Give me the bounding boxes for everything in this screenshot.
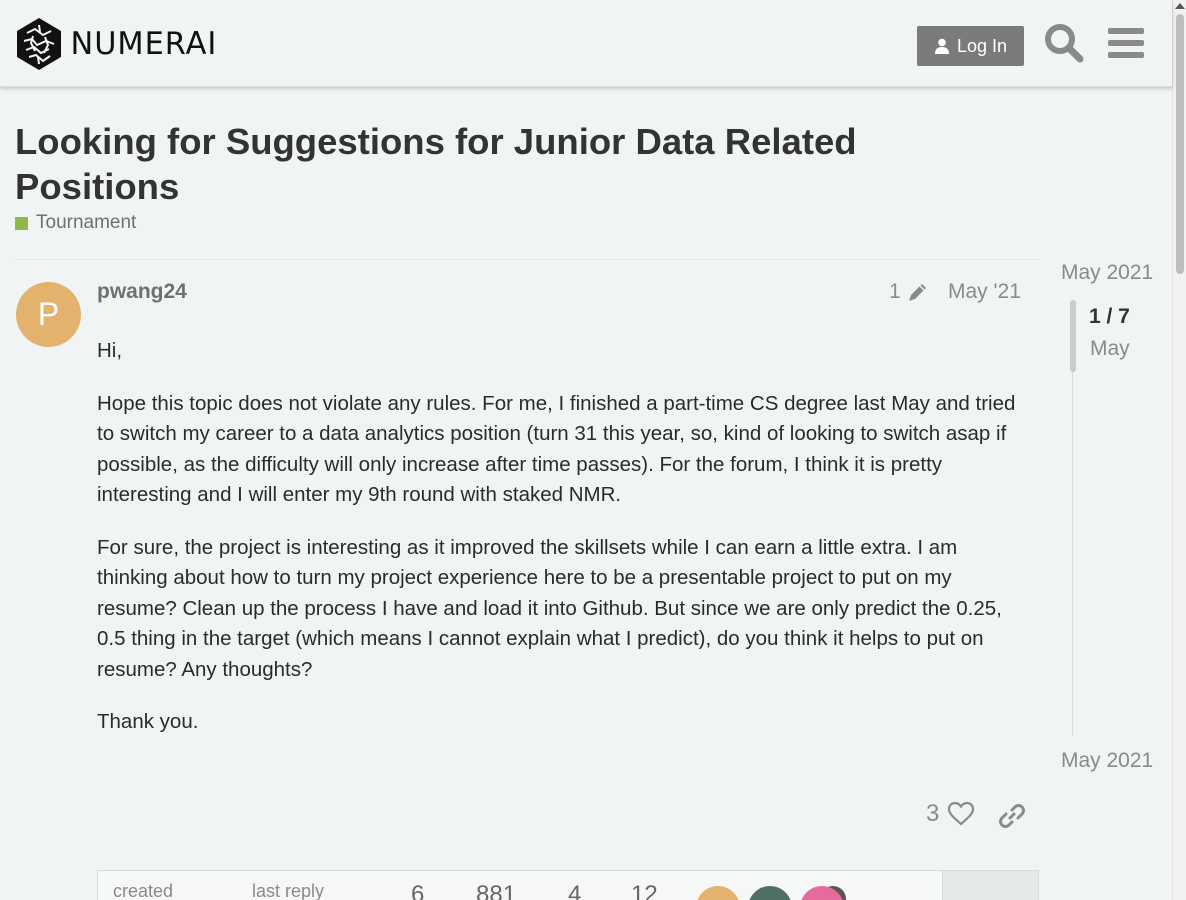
post-date[interactable]: May '21 (948, 280, 1021, 304)
menu-icon[interactable] (1105, 22, 1147, 64)
post-paragraph: Hope this topic does not violate any rul… (97, 391, 1016, 507)
category-badge[interactable]: Tournament (15, 212, 136, 234)
users-count: 4 (568, 881, 582, 900)
like-button[interactable]: 3 (926, 800, 975, 828)
numerai-logo[interactable]: NUMERAI (15, 17, 219, 71)
topic-title[interactable]: Looking for Suggestions for Junior Data … (15, 119, 975, 209)
login-label: Log In (956, 35, 1008, 56)
page-scrollbar[interactable] (1172, 0, 1186, 900)
category-color-swatch (15, 216, 28, 230)
topic-map: created last reply 6 881 4 12 4 (97, 870, 1039, 900)
replies-count: 6 (411, 881, 425, 900)
heart-icon (948, 801, 975, 826)
brand-name: NUMERAI (70, 26, 218, 62)
timeline-current-month: May (1090, 337, 1130, 360)
last-reply-label: last reply (252, 881, 325, 900)
post-paragraph: For sure, the project is interesting as … (97, 535, 1002, 681)
created-label: created (113, 881, 174, 900)
participant-avatar[interactable] (748, 886, 792, 900)
avatar[interactable]: P (16, 282, 81, 347)
timeline-progress: 1 / 7 (1089, 305, 1130, 328)
like-count: 3 (926, 800, 940, 827)
title-divider (15, 259, 1039, 260)
timeline-end-date[interactable]: May 2021 (1061, 749, 1153, 773)
participant-avatar[interactable] (696, 886, 740, 900)
category-label: Tournament (36, 212, 137, 233)
scroll-thumb[interactable] (1176, 14, 1184, 274)
edit-history-button[interactable]: 1 (889, 280, 929, 304)
numerai-logo-mark (17, 18, 61, 70)
scroll-up-arrow-icon[interactable] (1175, 3, 1185, 9)
post-body: Hi, Hope this topic does not violate any… (97, 336, 1032, 760)
site-header: NUMERAI Log In (0, 0, 1172, 87)
login-button[interactable]: Log In (917, 26, 1024, 66)
views-count: 881 (476, 881, 517, 900)
post-paragraph: Hi, (97, 339, 123, 362)
timeline-start-date[interactable]: May 2021 (1061, 261, 1153, 285)
user-icon (934, 38, 949, 54)
link-icon[interactable] (998, 802, 1026, 830)
likes-count: 12 (631, 881, 658, 900)
edit-count: 1 (889, 280, 901, 303)
search-icon[interactable] (1043, 22, 1085, 64)
post-username[interactable]: pwang24 (97, 280, 187, 304)
post-paragraph: Thank you. (97, 710, 199, 733)
timeline-scroller-handle[interactable] (1070, 300, 1076, 372)
topic-map-expand-button[interactable] (942, 871, 1038, 900)
pencil-icon (908, 284, 926, 301)
